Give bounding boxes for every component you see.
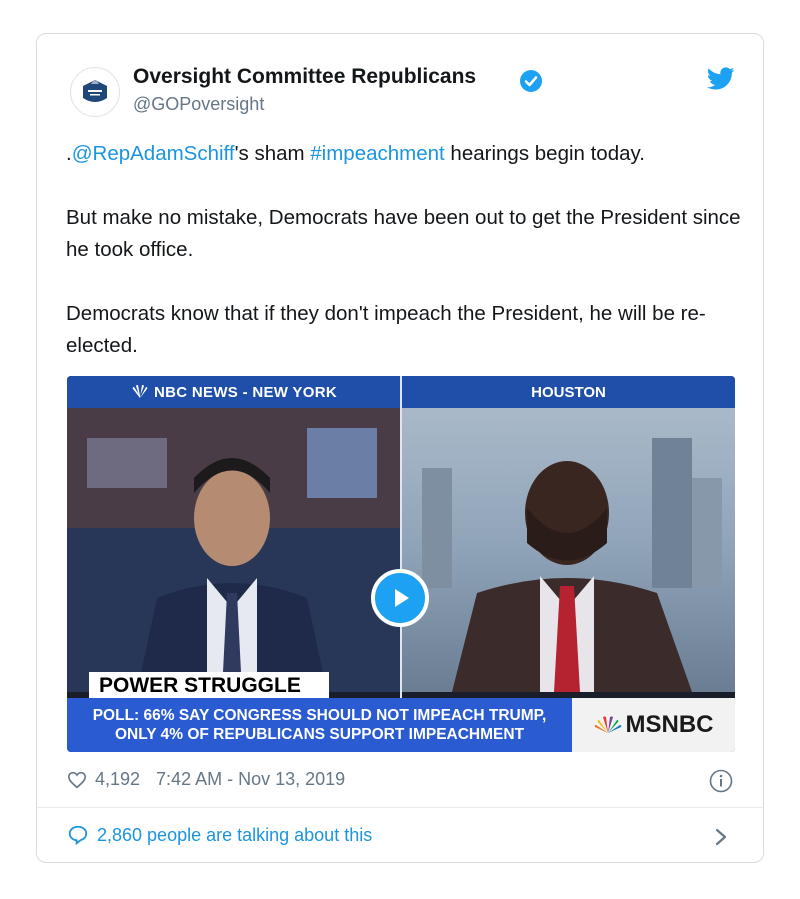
video-frame-left	[67, 408, 400, 692]
network-logo: MSNBC	[572, 698, 735, 752]
split-divider	[400, 376, 402, 752]
tweet-card[interactable]: Oversight Committee Republicans @GOPover…	[36, 33, 764, 863]
divider-line	[37, 807, 763, 808]
tweet-meta: 4,192 7:42 AM - Nov 13, 2019	[67, 769, 345, 790]
play-button[interactable]	[371, 569, 429, 627]
video-header-left: NBC NEWS - NEW YORK	[67, 376, 400, 408]
info-icon[interactable]	[709, 769, 733, 793]
nbc-peacock-icon	[132, 385, 148, 398]
author-handle[interactable]: @GOPoversight	[133, 94, 264, 115]
conversation-link[interactable]: 2,860 people are talking about this	[67, 824, 372, 846]
tweet-paragraph-1: .@RepAdamSchiff's sham #impeachment hear…	[66, 138, 746, 170]
tweet-paragraph-2: But make no mistake, Democrats have been…	[66, 206, 741, 261]
lower-third-title: POWER STRUGGLE	[89, 672, 329, 700]
video-frame-right	[402, 408, 735, 692]
network-logo-text: MSNBC	[625, 711, 714, 738]
chevron-right-icon[interactable]	[713, 827, 729, 847]
verified-badge-icon	[520, 70, 542, 92]
timestamp[interactable]: 7:42 AM - Nov 13, 2019	[156, 769, 345, 790]
text-suffix: hearings begin today.	[444, 142, 645, 165]
like-count[interactable]: 4,192	[95, 769, 140, 790]
video-header-right: HOUSTON	[402, 376, 735, 408]
text-mid: 's sham	[234, 142, 311, 165]
mention-link[interactable]: @RepAdamSchiff	[72, 142, 235, 165]
avatar[interactable]	[70, 67, 120, 117]
tweet-paragraph-3: Democrats know that if they don't impeac…	[66, 302, 706, 357]
speech-bubble-icon	[68, 825, 88, 846]
author-name[interactable]: Oversight Committee Republicans	[133, 65, 476, 89]
ticker-line-2: ONLY 4% OF REPUBLICANS SUPPORT IMPEACHME…	[114, 726, 525, 743]
talking-label[interactable]: 2,860 people are talking about this	[97, 825, 372, 846]
twitter-bird-icon[interactable]	[707, 67, 735, 91]
tweet-text: .@RepAdamSchiff's sham #impeachment hear…	[66, 138, 746, 394]
heart-icon[interactable]	[67, 771, 87, 789]
news-ticker: POLL: 66% SAY CONGRESS SHOULD NOT IMPEAC…	[67, 698, 572, 752]
video-player[interactable]: NBC NEWS - NEW YORK HOUSTON POWER STRUGG…	[67, 376, 735, 752]
hashtag-link[interactable]: #impeachment	[310, 142, 444, 165]
play-icon	[395, 589, 409, 607]
video-header-left-label: NBC NEWS - NEW YORK	[154, 383, 337, 401]
ticker-line-1: POLL: 66% SAY CONGRESS SHOULD NOT IMPEAC…	[92, 707, 547, 724]
peacock-logo-icon	[594, 716, 621, 733]
